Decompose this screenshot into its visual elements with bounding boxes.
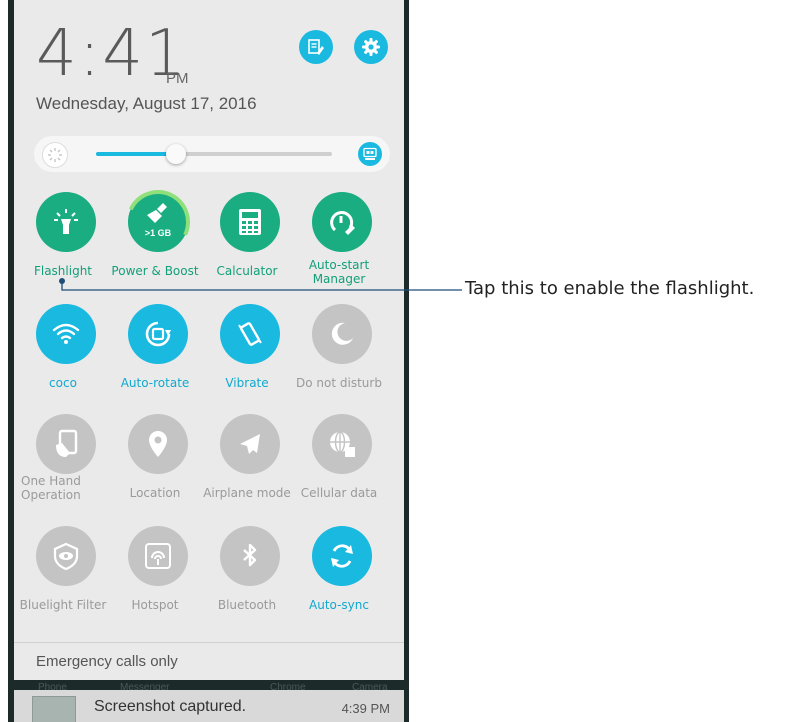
flashlight-callout-text: Tap this to enable the flashlight. bbox=[465, 278, 755, 299]
callout-leader bbox=[59, 278, 462, 291]
